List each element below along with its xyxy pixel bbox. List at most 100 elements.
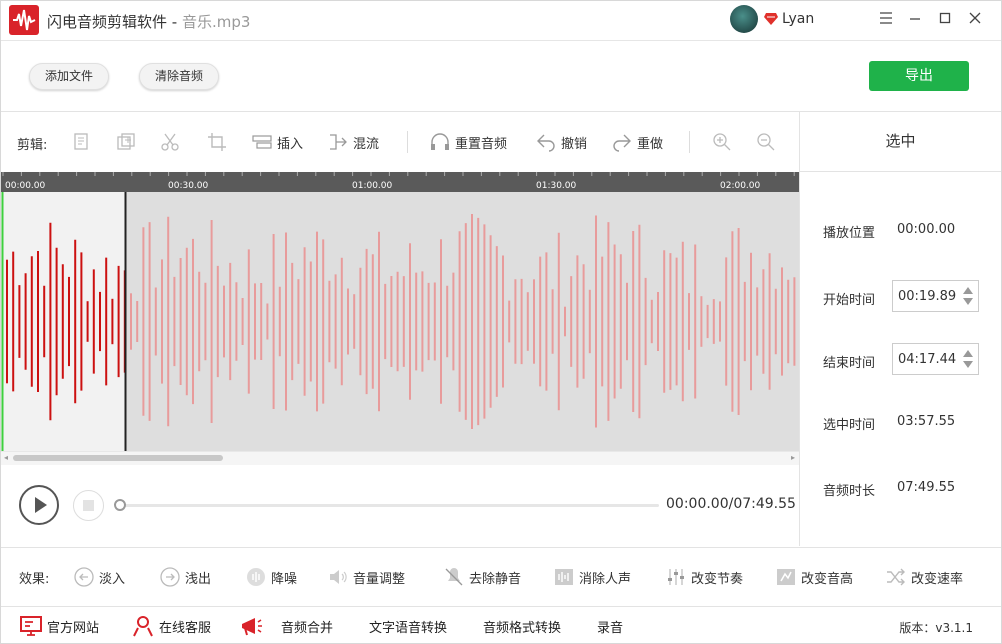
maximize-icon[interactable] — [934, 9, 956, 29]
online-support-link[interactable]: 在线客服 — [131, 613, 211, 639]
timeline-tick-label: 00:00.00 — [5, 181, 46, 191]
undo-label: 撤销 — [561, 136, 588, 152]
close-icon[interactable] — [964, 9, 986, 29]
text-to-speech-link[interactable]: 文字语音转换 — [369, 613, 447, 639]
mix-icon — [330, 134, 347, 150]
app-logo-icon — [9, 5, 39, 35]
undo-button[interactable]: 撤销 — [535, 129, 587, 155]
shuffle-icon — [887, 568, 905, 586]
monitor-icon — [20, 616, 42, 636]
mute-icon — [445, 568, 463, 586]
denoise-button[interactable]: 降噪 — [245, 565, 297, 589]
zoom-in-button[interactable] — [711, 129, 737, 155]
speaker-icon — [330, 570, 347, 584]
timeline-tick-label: 01:00.00 — [352, 181, 393, 191]
minimize-icon[interactable] — [904, 9, 926, 29]
headphones-icon — [431, 133, 449, 150]
progress-knob[interactable] — [114, 499, 126, 511]
progress-track[interactable] — [115, 504, 659, 507]
official-site-link[interactable]: 官方网站 — [19, 613, 99, 639]
change-pitch-label: 改变音高 — [801, 571, 854, 587]
avatar[interactable] — [730, 5, 758, 33]
timeline-tick-label: 02:00.00 — [720, 181, 761, 191]
window-title: 闪电音频剪辑软件 - 音乐.mp3 — [47, 11, 250, 32]
remove-silence-label: 去除静音 — [469, 571, 522, 587]
fade-in-label: 淡入 — [99, 571, 126, 587]
mix-tool-button[interactable]: 混流 — [327, 129, 379, 155]
username[interactable]: Lyan — [782, 11, 814, 27]
spin-down-icon[interactable] — [963, 298, 973, 305]
change-pitch-button[interactable]: 改变音高 — [775, 565, 853, 589]
zoom-out-icon — [757, 133, 775, 151]
insert-tool-button[interactable]: 插入 — [251, 129, 303, 155]
paste-tool-button[interactable] — [115, 129, 141, 155]
fade-out-icon — [160, 567, 180, 587]
megaphone-icon — [242, 618, 262, 636]
spin-up-icon[interactable] — [963, 350, 973, 357]
toolbar-divider — [689, 131, 690, 153]
change-rate-button[interactable]: 改变速率 — [885, 565, 963, 589]
audio-duration-value: 07:49.55 — [897, 480, 956, 495]
export-button[interactable]: 导出 — [869, 61, 969, 91]
play-position-value: 00:00.00 — [897, 222, 956, 237]
scroll-left-icon[interactable]: ◂ — [4, 453, 8, 462]
denoise-label: 降噪 — [271, 571, 298, 587]
play-button[interactable] — [19, 485, 59, 525]
remove-silence-button[interactable]: 去除静音 — [443, 565, 521, 589]
clear-audio-button[interactable]: 清除音频 — [139, 63, 219, 90]
volume-adjust-button[interactable]: 音量调整 — [327, 565, 405, 589]
format-convert-link[interactable]: 音频格式转换 — [483, 613, 561, 639]
spin-up-icon[interactable] — [963, 287, 973, 294]
cut-tool-button[interactable] — [159, 129, 185, 155]
vip-gem-icon — [763, 11, 779, 25]
insert-icon — [252, 135, 272, 149]
copy-tool-button[interactable] — [71, 129, 97, 155]
end-time-label: 结束时间 — [823, 356, 876, 371]
remove-vocals-button[interactable]: 消除人声 — [553, 565, 631, 589]
remove-vocals-label: 消除人声 — [579, 571, 632, 587]
menu-icon[interactable] — [875, 9, 897, 29]
crop-tool-button[interactable] — [206, 129, 232, 155]
zoom-out-button[interactable] — [755, 129, 781, 155]
spin-down-icon[interactable] — [963, 361, 973, 368]
scroll-right-icon[interactable]: ▸ — [791, 453, 795, 462]
scissors-icon — [161, 133, 179, 151]
fade-out-button[interactable]: 浅出 — [159, 565, 211, 589]
end-time-value[interactable]: 04:17.44 — [898, 352, 956, 367]
insert-label: 插入 — [277, 136, 304, 152]
reset-audio-button[interactable]: 重置音频 — [429, 129, 507, 155]
denoise-icon — [247, 568, 265, 586]
pitch-icon — [777, 569, 795, 585]
selection-panel-title: 选中 — [799, 111, 1001, 172]
reset-label: 重置音频 — [455, 136, 508, 152]
official-site-label: 官方网站 — [47, 620, 100, 636]
redo-button[interactable]: 重做 — [611, 129, 663, 155]
change-tempo-button[interactable]: 改变节奏 — [665, 565, 743, 589]
record-link[interactable]: 录音 — [597, 613, 623, 639]
app-window: 闪电音频剪辑软件 - 音乐.mp3 Lyan 添加文件 清除音频 导出 剪辑: … — [0, 0, 1002, 644]
playback-time: 00:00.00/07:49.55 — [666, 496, 796, 512]
effects-label: 效果: — [19, 571, 50, 587]
promo-link[interactable] — [239, 613, 267, 639]
start-time-label: 开始时间 — [823, 293, 876, 308]
scrollbar-thumb[interactable] — [13, 455, 223, 461]
audio-merge-link[interactable]: 音频合并 — [281, 613, 333, 639]
start-time-spinner[interactable]: 00:19.89 — [892, 280, 979, 312]
change-tempo-label: 改变节奏 — [691, 571, 744, 587]
end-time-spinner[interactable]: 04:17.44 — [892, 343, 979, 375]
file-name: 音乐.mp3 — [181, 13, 251, 31]
zoom-in-icon — [713, 133, 731, 151]
timeline-tick-label: 01:30.00 — [536, 181, 577, 191]
waveform[interactable] — [1, 192, 799, 451]
undo-icon — [537, 134, 555, 152]
timeline-ruler[interactable] — [1, 172, 799, 192]
user-support-icon — [133, 616, 153, 637]
mix-label: 混流 — [353, 136, 380, 152]
fade-in-button[interactable]: 淡入 — [73, 565, 125, 589]
redo-label: 重做 — [637, 136, 664, 152]
stop-button[interactable] — [73, 490, 104, 521]
audio-duration-label: 音频时长 — [823, 484, 876, 499]
selected-duration-label: 选中时间 — [823, 418, 876, 433]
add-file-button[interactable]: 添加文件 — [29, 63, 109, 90]
start-time-value[interactable]: 00:19.89 — [898, 289, 956, 304]
